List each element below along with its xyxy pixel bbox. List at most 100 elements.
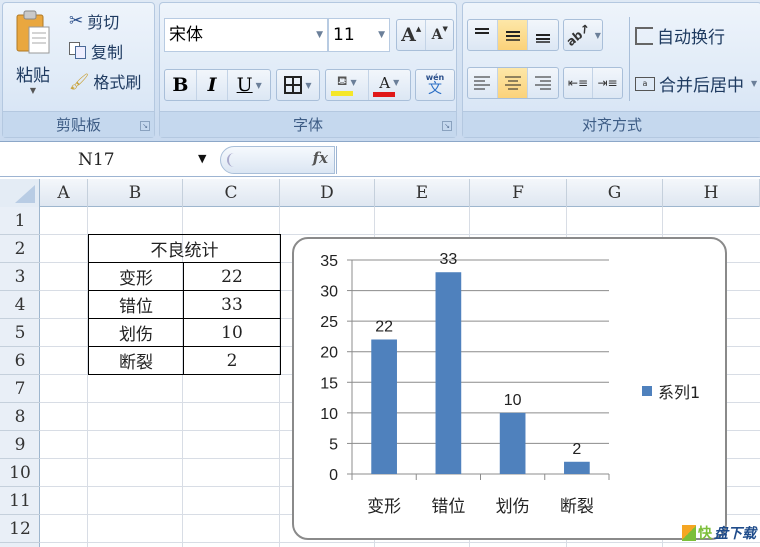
chevron-down-icon[interactable]: ▼: [751, 79, 757, 88]
defect-stats-table: 不良统计 变形 22 错位 33 划伤 10 断裂 2: [88, 234, 281, 375]
chevron-down-icon: ▼: [255, 80, 262, 90]
insert-function-button[interactable]: fx: [220, 146, 335, 174]
align-center-button[interactable]: [497, 68, 529, 98]
category-cell[interactable]: 变形: [88, 262, 184, 291]
category-cell[interactable]: 错位: [88, 290, 184, 319]
column-header-a[interactable]: A: [40, 179, 88, 207]
bold-button[interactable]: B: [165, 70, 197, 100]
data-label: 33: [439, 251, 457, 268]
row-header-8[interactable]: 8: [0, 403, 40, 431]
merge-center-button[interactable]: a 合并后居中 ▼: [635, 71, 757, 96]
underline-button[interactable]: U ▼: [228, 70, 270, 100]
row-header-10[interactable]: 10: [0, 459, 40, 487]
table-row: 错位 33: [88, 290, 281, 319]
row-header-1[interactable]: 1: [0, 207, 40, 235]
font-dialog-launcher-icon[interactable]: ↘: [442, 121, 452, 131]
font-group: 宋体 ▼ 11 ▼ A ▲ A ▼ B I U ▼ ▼ ⛾ ▼ A ▼ wén …: [159, 2, 457, 138]
grow-font-button[interactable]: A ▲: [397, 20, 427, 50]
align-middle-button[interactable]: [497, 20, 529, 50]
orientation-button[interactable]: ab↗ ▼: [563, 19, 603, 51]
indent-group: ⇤≡ ⇥≡: [563, 67, 623, 99]
row-header-2[interactable]: 2: [0, 235, 40, 263]
decrease-indent-button[interactable]: ⇤≡: [564, 68, 593, 98]
phonetic-guide-inner[interactable]: wén 文: [416, 70, 454, 100]
chevron-down-icon: ▼: [393, 78, 400, 87]
shrink-font-button[interactable]: A ▼: [426, 20, 453, 50]
column-header-h[interactable]: H: [663, 179, 760, 207]
column-header-b[interactable]: B: [88, 179, 183, 207]
copy-label: 复制: [91, 43, 124, 62]
align-top-button[interactable]: [468, 20, 498, 50]
font-name-select[interactable]: 宋体 ▼: [164, 18, 328, 52]
orientation-inner[interactable]: ab↗ ▼: [564, 20, 602, 50]
increase-indent-button[interactable]: ⇥≡: [593, 68, 622, 98]
fx-icon: fx: [312, 149, 328, 167]
align-left-icon: [474, 76, 491, 90]
watermark-text: 盘下载: [714, 526, 756, 542]
column-header-g[interactable]: G: [567, 179, 663, 207]
wrap-text-button[interactable]: 自动换行: [635, 23, 725, 48]
category-cell[interactable]: 断裂: [88, 346, 184, 375]
align-left-button[interactable]: [468, 68, 498, 98]
italic-button[interactable]: I: [197, 70, 229, 100]
borders-button-inner[interactable]: ▼: [277, 70, 319, 100]
row-header-6[interactable]: 6: [0, 347, 40, 375]
chart-legend[interactable]: 系列1: [642, 379, 700, 403]
category-cell[interactable]: 划伤: [88, 318, 184, 347]
row-header-4[interactable]: 4: [0, 291, 40, 319]
clipboard-dialog-launcher-icon[interactable]: ↘: [140, 121, 150, 131]
column-header-d[interactable]: D: [280, 179, 375, 207]
clipboard-group-label: 剪贴板: [3, 111, 154, 137]
copy-button[interactable]: 复制: [69, 39, 123, 63]
bar: [499, 412, 526, 474]
decrease-indent-icon: ⇤≡: [567, 76, 589, 90]
x-tick-label: 断裂: [560, 497, 594, 517]
value-cell[interactable]: 10: [183, 318, 281, 347]
y-tick-label: 0: [329, 467, 338, 484]
formula-bar-resize-handle[interactable]: [227, 153, 237, 167]
format-painter-button[interactable]: 🖌 格式刷: [69, 69, 141, 93]
phonetic-char-icon: 文: [428, 81, 442, 97]
cut-button[interactable]: ✂ 剪切: [69, 9, 119, 33]
paste-button[interactable]: 粘贴 ▼: [9, 7, 57, 103]
value-cell[interactable]: 33: [183, 290, 281, 319]
column-header-f[interactable]: F: [470, 179, 567, 207]
align-center-icon: [504, 76, 521, 90]
row-header-9[interactable]: 9: [0, 431, 40, 459]
bar-chart[interactable]: 0 5 10 15 20 25 30 35 22 变形 33 错位 10 划伤 2 断裂 系列1: [292, 237, 727, 540]
value-cell[interactable]: 2: [183, 346, 281, 375]
font-color-swatch: [373, 91, 396, 97]
font-color-button[interactable]: A ▼: [369, 70, 411, 100]
watermark-k-icon: [682, 525, 696, 541]
align-right-button[interactable]: [528, 68, 558, 98]
table-title-cell[interactable]: 不良统计: [88, 234, 281, 263]
formula-bar: N17 ▼ fx: [0, 143, 760, 177]
phonetic-guide-button[interactable]: wén 文: [415, 69, 455, 101]
align-right-icon: [535, 76, 552, 90]
alignment-divider: [629, 17, 630, 101]
paste-dropdown-icon[interactable]: ▼: [9, 86, 57, 95]
name-box[interactable]: N17: [0, 146, 215, 174]
row-header-12[interactable]: 12: [0, 515, 40, 543]
x-tick-label: 划伤: [496, 497, 530, 517]
row-header-3[interactable]: 3: [0, 263, 40, 291]
name-box-dropdown-icon[interactable]: ▼: [198, 152, 206, 165]
value-cell[interactable]: 22: [183, 262, 281, 291]
borders-button[interactable]: ▼: [276, 69, 320, 101]
font-name-value: 宋体: [169, 25, 203, 45]
column-header-c[interactable]: C: [183, 179, 280, 207]
row-header-11[interactable]: 11: [0, 487, 40, 515]
alignment-group-label: 对齐方式: [463, 111, 760, 137]
ribbon: 粘贴 ▼ ✂ 剪切 复制 🖌 格式刷 剪贴板 ↘ 宋体 ▼ 11 ▼ A ▲ A…: [0, 0, 760, 142]
formula-input[interactable]: [336, 146, 760, 174]
select-all-button[interactable]: [0, 179, 40, 207]
row-header-5[interactable]: 5: [0, 319, 40, 347]
bar: [435, 272, 462, 474]
font-size-select[interactable]: 11 ▼: [328, 18, 390, 52]
column-header-e[interactable]: E: [375, 179, 470, 207]
watermark-logo: 快 盘下载: [682, 523, 756, 543]
fill-color-button[interactable]: ⛾ ▼: [326, 70, 369, 100]
row-header-7[interactable]: 7: [0, 375, 40, 403]
align-bottom-button[interactable]: [528, 20, 558, 50]
table-row: 划伤 10: [88, 318, 281, 347]
